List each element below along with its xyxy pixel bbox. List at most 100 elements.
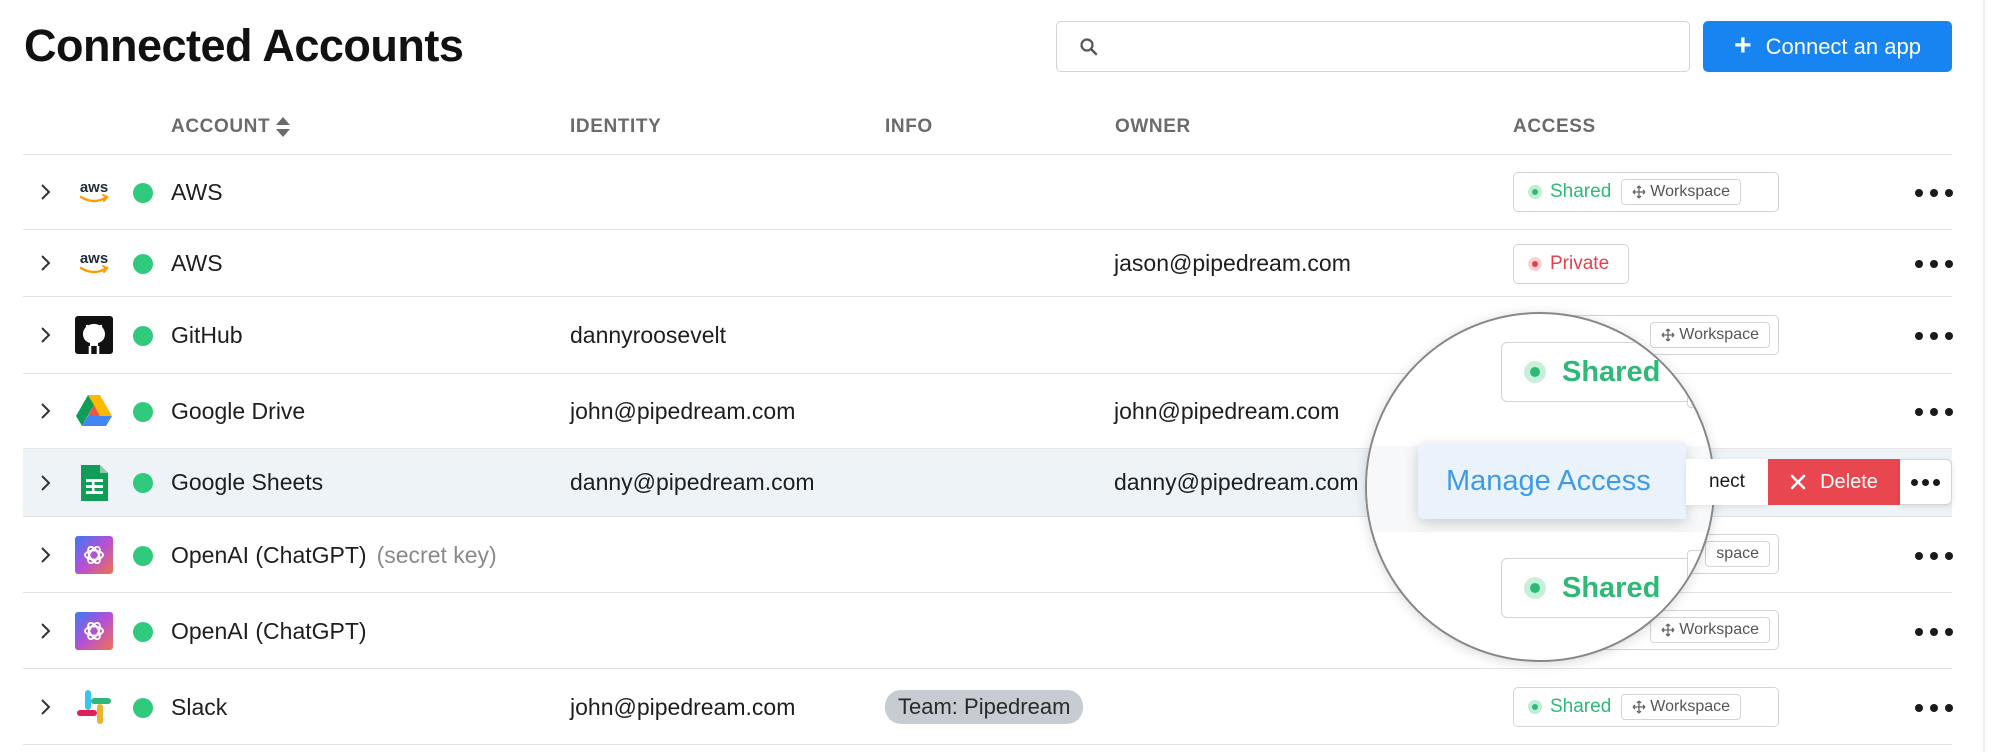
more-actions-button[interactable] <box>1900 459 1952 505</box>
move-icon <box>1632 700 1646 714</box>
chevron-right-icon[interactable] <box>37 182 53 202</box>
status-dot <box>133 326 153 346</box>
account-name: GitHub <box>171 322 243 348</box>
account-name: AWS <box>171 250 223 276</box>
svg-text:aws: aws <box>80 179 108 196</box>
account-name: Google Drive <box>171 398 306 424</box>
zoom-shared-badge-top: Shared <box>1501 342 1697 402</box>
chevron-right-icon[interactable] <box>37 253 53 273</box>
private-label: Private <box>1550 253 1610 274</box>
access-badge-group[interactable]: Private <box>1513 244 1629 284</box>
plus-icon: + <box>1734 28 1752 62</box>
right-edge <box>1983 0 1985 752</box>
access-badge-group[interactable]: Shared Workspace <box>1513 687 1779 727</box>
connect-app-label: Connect an app <box>1765 33 1921 59</box>
account-name: OpenAI (ChatGPT) <box>171 618 367 644</box>
shared-dot-icon <box>1528 185 1542 199</box>
status-dot <box>133 473 153 493</box>
owner-cell: jason@pipedream.com <box>1114 250 1351 276</box>
access-badge-group[interactable]: Shared Workspace <box>1513 172 1779 212</box>
shared-dot-icon <box>1524 361 1546 383</box>
delete-button[interactable]: Delete <box>1768 459 1900 505</box>
zoom-workspace-edge <box>1687 376 1713 408</box>
identity-cell: john@pipedream.com <box>570 694 796 720</box>
google-sheets-logo-icon <box>81 465 108 501</box>
account-name: Slack <box>171 694 228 720</box>
zoom-shared-label-top: Shared <box>1562 355 1661 388</box>
identity-cell: danny@pipedream.com <box>570 469 815 495</box>
workspace-label: Workspace <box>1650 183 1731 200</box>
openai-logo-icon <box>75 612 113 650</box>
move-icon <box>1661 328 1675 342</box>
svg-text:aws: aws <box>80 250 108 267</box>
search-icon <box>1080 38 1098 56</box>
aws-logo-icon: aws <box>79 179 109 203</box>
owner-cell: john@pipedream.com <box>1114 398 1340 424</box>
zoom-shared-badge-bottom: Shared <box>1501 558 1697 618</box>
more-actions-button[interactable] <box>1915 326 1953 346</box>
google-drive-logo-icon <box>76 395 112 426</box>
more-actions-button[interactable] <box>1915 698 1953 718</box>
chevron-right-icon[interactable] <box>37 545 53 565</box>
zoom-workspace-edge <box>1687 550 1713 582</box>
shared-label: Shared <box>1550 696 1612 717</box>
search-input[interactable] <box>1115 30 1679 64</box>
workspace-badge: Workspace <box>1650 617 1770 643</box>
column-header-identity: IDENTITY <box>570 116 662 137</box>
move-icon <box>1661 623 1675 637</box>
identity-cell: john@pipedream.com <box>570 398 796 424</box>
status-dot <box>133 254 153 274</box>
column-header-account[interactable]: ACCOUNT <box>171 116 291 138</box>
status-dot <box>133 402 153 422</box>
close-icon <box>1790 474 1806 490</box>
search-box[interactable] <box>1056 21 1690 72</box>
shared-badge: Shared <box>1514 181 1621 203</box>
table-row[interactable]: Slack john@pipedream.com Team: Pipedream… <box>23 668 1953 745</box>
shared-dot-icon <box>1528 700 1542 714</box>
table-row[interactable]: aws AWS Shared Workspace <box>23 154 1953 229</box>
shared-dot-icon <box>1524 577 1546 599</box>
table-row[interactable]: aws AWS jason@pipedream.com Private <box>23 229 1953 296</box>
chevron-right-icon[interactable] <box>37 621 53 641</box>
shared-label: Shared <box>1550 181 1612 202</box>
delete-label: Delete <box>1820 470 1878 493</box>
more-actions-button[interactable] <box>1915 402 1953 422</box>
reconnect-button[interactable]: nect <box>1686 459 1768 505</box>
more-actions-button[interactable] <box>1915 546 1953 566</box>
more-actions-button[interactable] <box>1915 622 1953 642</box>
workspace-badge: Workspace <box>1621 694 1742 720</box>
column-header-owner: OWNER <box>1115 116 1191 137</box>
connect-app-button[interactable]: + Connect an app <box>1703 21 1952 72</box>
private-badge: Private <box>1514 253 1623 275</box>
private-dot-icon <box>1528 257 1542 271</box>
github-logo-icon <box>75 316 113 354</box>
column-header-account-label: ACCOUNT <box>171 116 271 137</box>
status-dot <box>133 546 153 566</box>
workspace-label: space <box>1716 545 1759 562</box>
sort-icon[interactable] <box>275 116 291 138</box>
column-header-access: ACCESS <box>1513 116 1596 137</box>
column-header-info: INFO <box>885 116 933 137</box>
openai-logo-icon <box>75 536 113 574</box>
more-actions-button[interactable] <box>1915 183 1953 203</box>
status-dot <box>133 183 153 203</box>
chevron-right-icon[interactable] <box>37 473 53 493</box>
workspace-badge: Workspace <box>1621 179 1742 205</box>
account-name-label: OpenAI (ChatGPT) <box>171 542 367 568</box>
workspace-label: Workspace <box>1650 698 1731 715</box>
manage-access-button[interactable]: Manage Access <box>1418 443 1686 519</box>
chevron-right-icon[interactable] <box>37 401 53 421</box>
status-dot <box>133 622 153 642</box>
more-actions-button[interactable] <box>1915 254 1953 274</box>
owner-cell: danny@pipedream.com <box>1114 469 1359 495</box>
account-name: Google Sheets <box>171 469 324 495</box>
chevron-right-icon[interactable] <box>37 325 53 345</box>
workspace-label: Workspace <box>1679 621 1759 638</box>
zoom-shared-label-bottom: Shared <box>1562 571 1661 604</box>
slack-logo-icon <box>77 690 111 724</box>
account-name: OpenAI (ChatGPT) (secret key) <box>171 542 497 569</box>
workspace-badge: space <box>1705 541 1770 567</box>
chevron-right-icon[interactable] <box>37 697 53 717</box>
status-dot <box>133 698 153 718</box>
account-name: AWS <box>171 179 223 205</box>
